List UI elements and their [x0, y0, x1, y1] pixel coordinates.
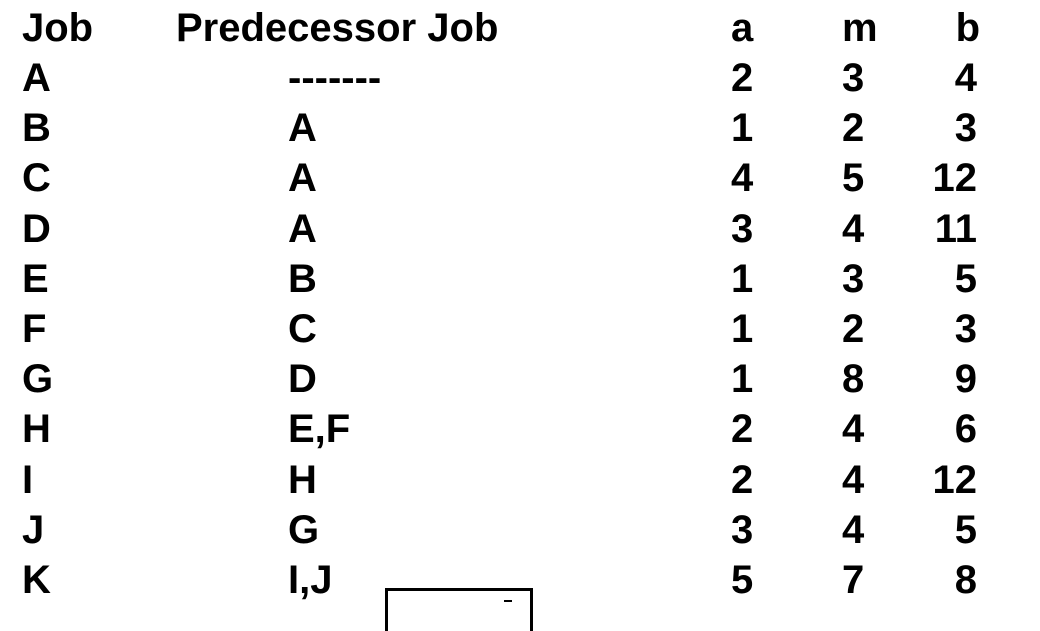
cell-a: 3: [731, 507, 754, 552]
cell-b: 5: [954, 256, 977, 301]
cell-m: 5: [842, 156, 865, 201]
cell-predecessor: A: [288, 206, 317, 251]
cell-m: 4: [842, 407, 865, 452]
cell-b: 6: [954, 407, 977, 452]
cell-b: 8: [954, 558, 977, 602]
cell-b: 4: [954, 56, 977, 100]
header-b: b: [955, 6, 980, 50]
cell-job: H: [22, 407, 51, 452]
cell-job: G: [22, 357, 54, 402]
cell-predecessor: E,F: [288, 407, 351, 452]
cell-predecessor: A: [288, 156, 317, 201]
table-row: G D 1 8 9: [0, 354, 1040, 404]
cell-b: 9: [954, 357, 977, 402]
cell-b: 5: [954, 507, 977, 552]
cell-m: 3: [842, 256, 865, 301]
cell-a: 1: [731, 256, 754, 301]
cell-a: 5: [731, 558, 754, 602]
cell-a: 4: [731, 156, 754, 201]
table-row: H E,F 2 4 6: [0, 404, 1040, 454]
cell-job: J: [22, 507, 45, 552]
table-row: E B 1 3 5: [0, 254, 1040, 304]
cell-m: 2: [842, 307, 865, 351]
table-row: A ------- 2 3 4: [0, 53, 1040, 103]
table-row: D A 3 4 11: [0, 204, 1040, 254]
cell-m: 4: [842, 457, 865, 502]
cell-m: 2: [842, 106, 865, 151]
cell-predecessor: D: [288, 357, 317, 402]
cell-b: 3: [954, 106, 977, 151]
cell-a: 3: [731, 206, 754, 251]
cell-b: 11: [934, 206, 977, 251]
header-a: a: [731, 6, 754, 50]
cell-predecessor: I,J: [288, 558, 333, 602]
cell-b: 3: [954, 307, 977, 351]
cell-job: K: [22, 558, 51, 602]
cell-a: 1: [731, 307, 754, 351]
cell-b: 12: [932, 457, 978, 502]
table-row: B A 1 2 3: [0, 103, 1040, 153]
cell-job: E: [22, 256, 49, 301]
cell-job: A: [22, 56, 51, 100]
header-predecessor: Predecessor Job: [176, 6, 499, 50]
cell-job: I: [22, 457, 34, 502]
cell-m: 8: [842, 357, 865, 402]
cell-m: 3: [842, 56, 865, 100]
cell-predecessor: C: [288, 307, 317, 351]
table-row: I H 2 4 12: [0, 455, 1040, 505]
header-job: Job: [22, 6, 94, 50]
cell-job: B: [22, 106, 51, 151]
table-row: F C 1 2 3: [0, 304, 1040, 354]
cell-a: 1: [731, 106, 754, 151]
cell-a: 2: [731, 56, 754, 100]
cell-predecessor: A: [288, 106, 317, 151]
table-row: J G 3 4 5: [0, 505, 1040, 555]
table-header-row: Job Predecessor Job a m b: [0, 3, 1040, 53]
cell-job: C: [22, 156, 51, 201]
cell-m: 7: [842, 558, 865, 602]
cell-a: 1: [731, 357, 754, 402]
cell-predecessor: -------: [288, 56, 382, 100]
cell-predecessor: H: [288, 457, 317, 502]
partial-box: [385, 588, 533, 631]
cell-predecessor: B: [288, 256, 317, 301]
header-m: m: [842, 6, 878, 50]
cell-a: 2: [731, 457, 754, 502]
cell-predecessor: G: [288, 507, 320, 552]
cell-job: F: [22, 307, 47, 351]
cell-m: 4: [842, 206, 865, 251]
cell-m: 4: [842, 507, 865, 552]
cell-job: D: [22, 206, 51, 251]
table-row: C A 4 5 12: [0, 153, 1040, 203]
cell-a: 2: [731, 407, 754, 452]
cell-b: 12: [932, 156, 978, 201]
